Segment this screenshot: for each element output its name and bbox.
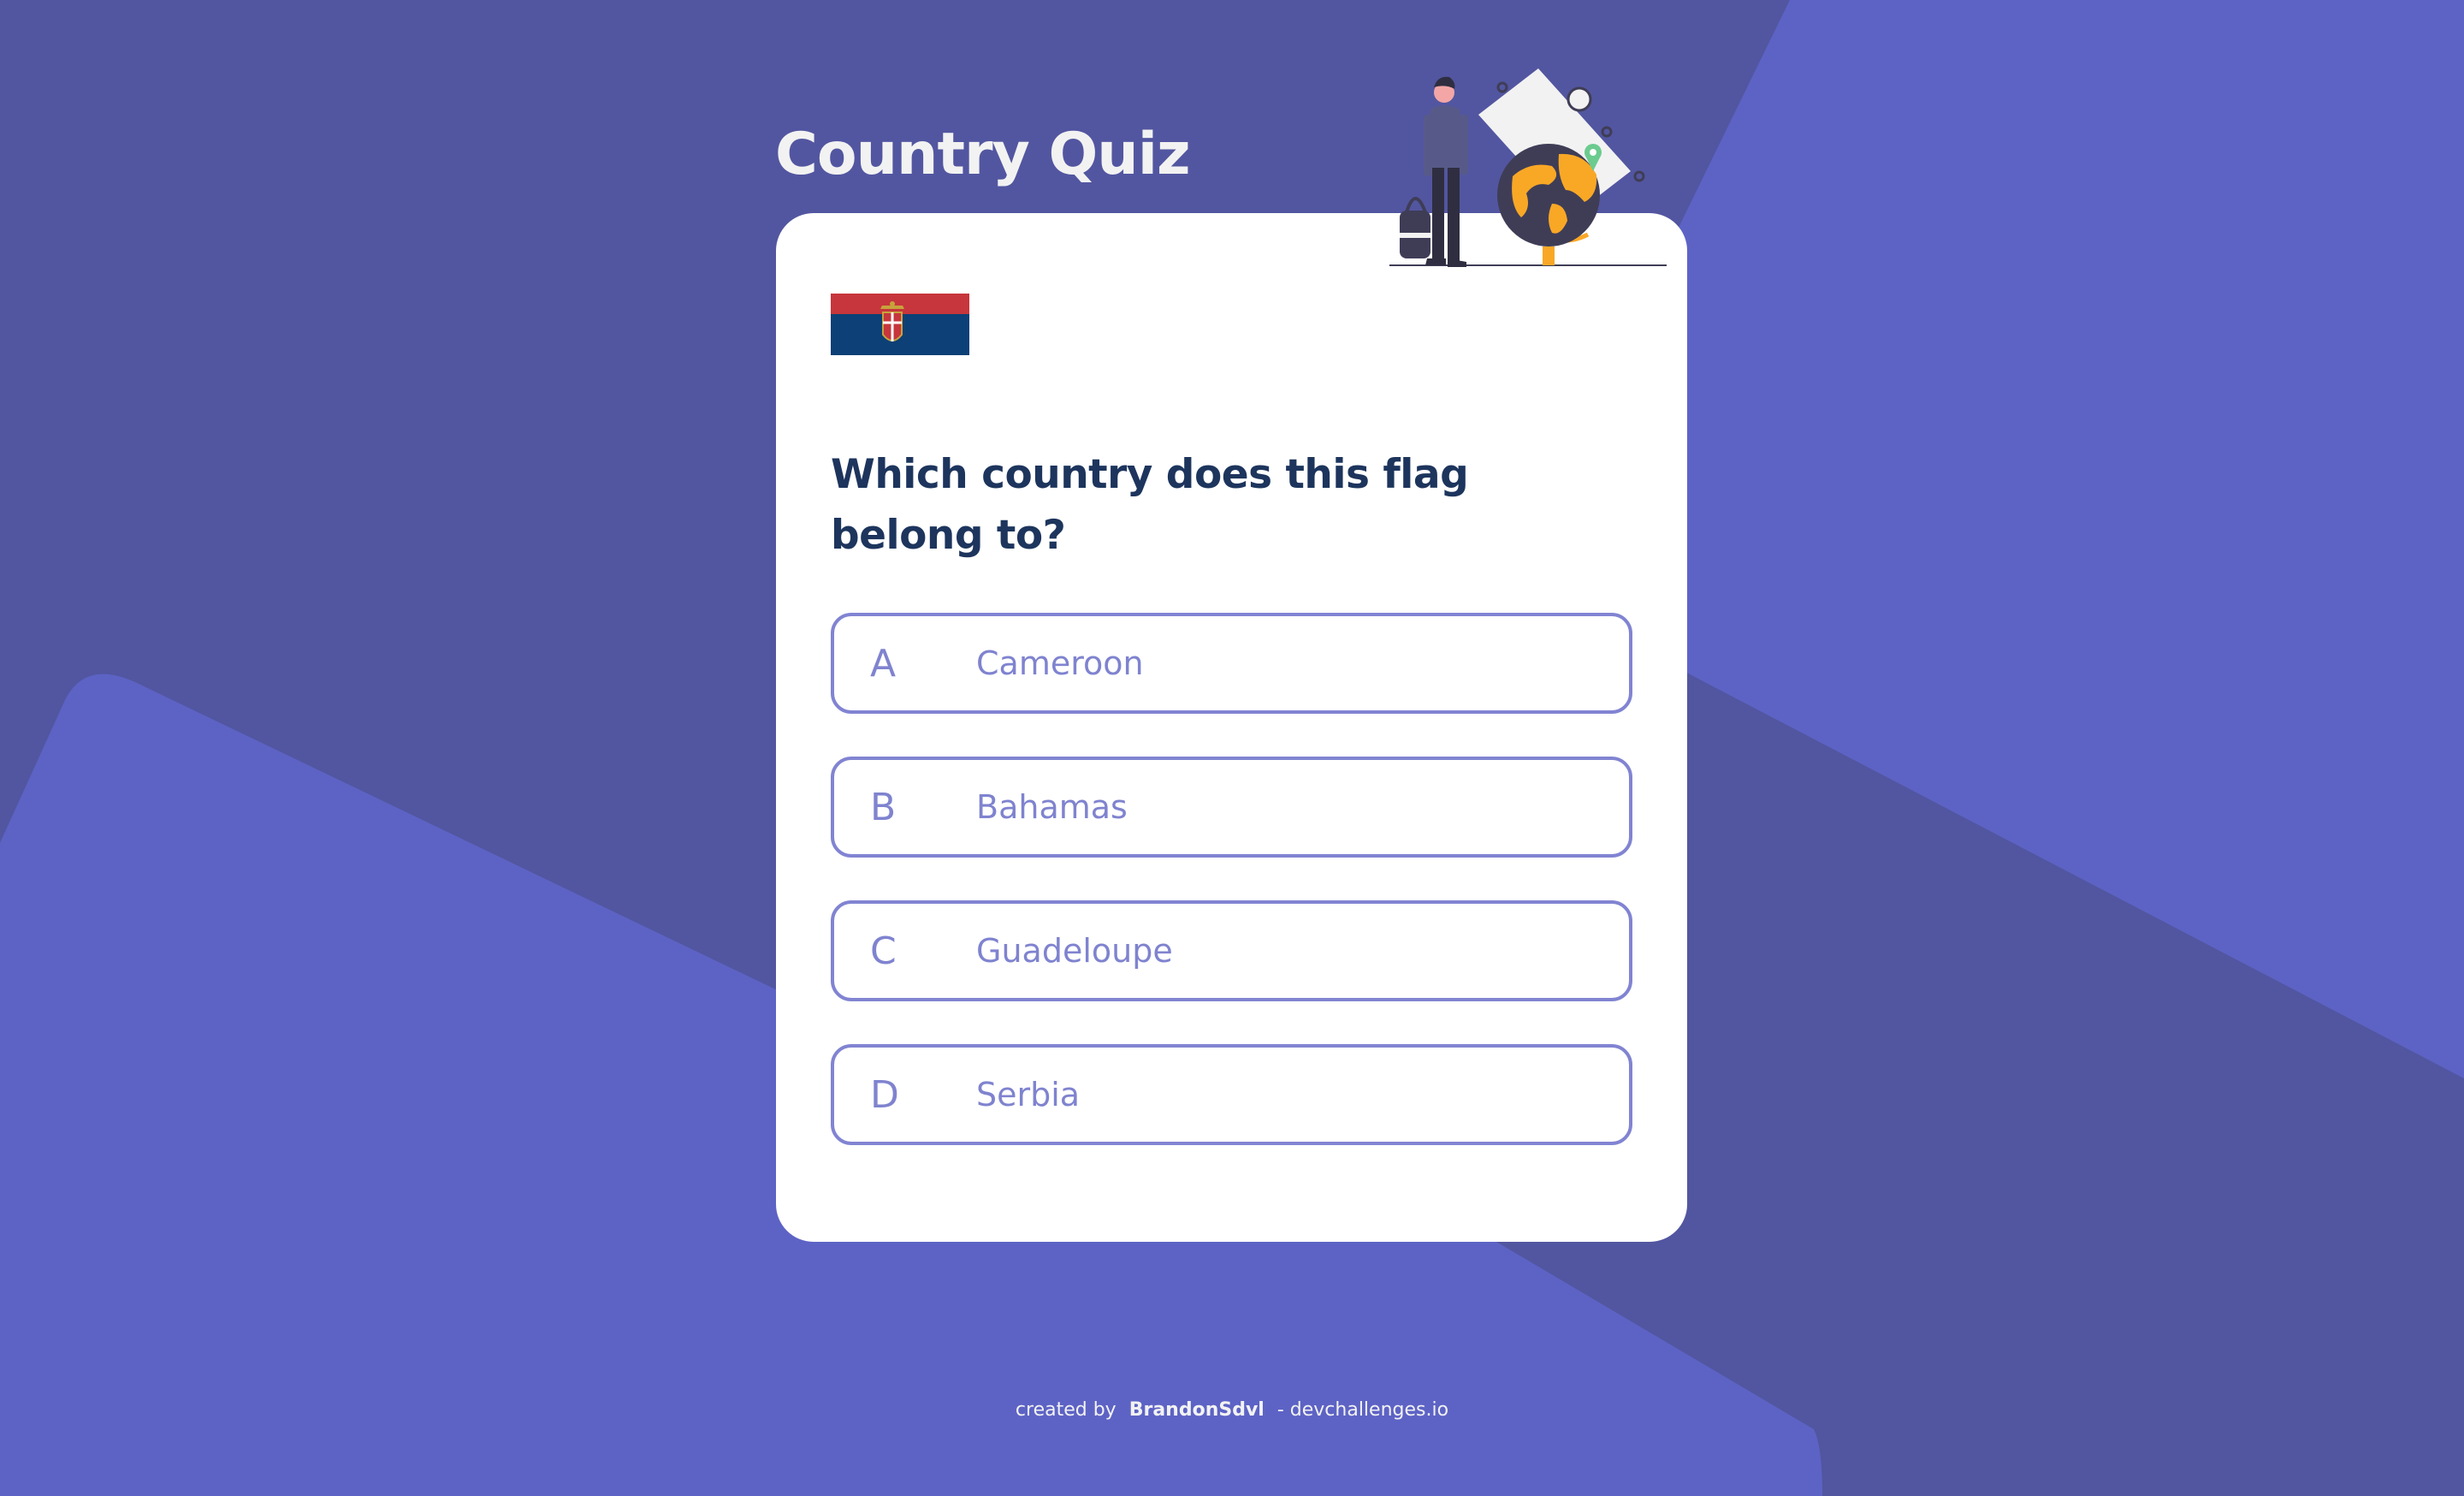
footer-separator: - (1276, 1399, 1284, 1421)
option-label: Bahamas (976, 788, 1128, 826)
answer-option-b[interactable]: B Bahamas (831, 757, 1632, 858)
serbia-flag-icon (831, 294, 969, 355)
option-letter: D (870, 1072, 899, 1117)
option-letter: B (870, 785, 897, 829)
question-text: Which country does this flag belong to? (831, 451, 1469, 559)
quiz-card: Which country does this flag belong to? … (776, 213, 1687, 1242)
traveler-globe-illustration (1389, 68, 1667, 267)
app-title: Country Quiz (775, 121, 1191, 188)
option-label: Serbia (976, 1076, 1081, 1113)
answer-option-a[interactable]: A Cameroon (831, 613, 1632, 714)
footer-credit: created by BrandonSdvl - devchallenges.i… (0, 1399, 2464, 1421)
option-letter: A (870, 641, 897, 686)
answer-option-c[interactable]: C Guadeloupe (831, 900, 1632, 1001)
option-letter: C (870, 929, 897, 973)
option-label: Guadeloupe (976, 932, 1173, 970)
answer-option-d[interactable]: D Serbia (831, 1044, 1632, 1145)
option-label: Cameroon (976, 644, 1144, 682)
site-link[interactable]: devchallenges.io (1290, 1399, 1448, 1421)
footer-prefix: created by (1015, 1399, 1116, 1421)
author-link[interactable]: BrandonSdvl (1129, 1399, 1265, 1421)
